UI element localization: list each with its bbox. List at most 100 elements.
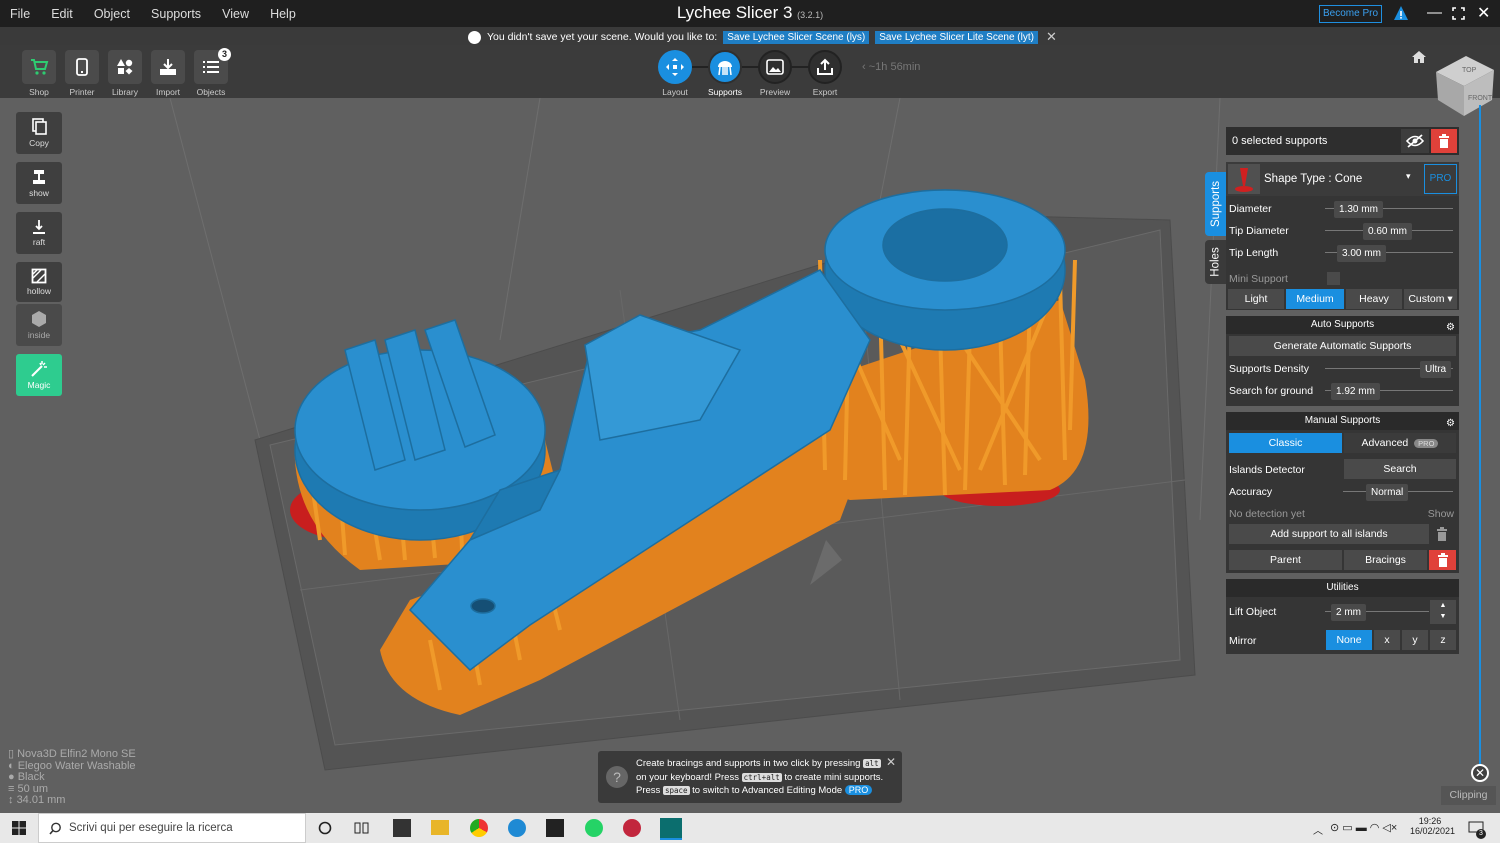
- shop-button[interactable]: [22, 50, 56, 84]
- clock-date: 16/02/2021: [1410, 826, 1456, 836]
- close-icon[interactable]: ✕: [886, 755, 896, 769]
- edge-icon[interactable]: [508, 819, 526, 837]
- stepper-up-icon[interactable]: ▲: [1430, 600, 1456, 611]
- accuracy-value[interactable]: Normal: [1366, 484, 1409, 501]
- eye-off-icon: [1406, 134, 1424, 148]
- density-row: Supports Density Ultra: [1226, 358, 1459, 380]
- become-pro-button[interactable]: Become Pro: [1319, 5, 1382, 23]
- clipping-handle[interactable]: ✕: [1471, 764, 1489, 782]
- printer-info: ▯ Nova3D Elfin2 Mono SE ◐ Elegoo Water W…: [8, 748, 136, 807]
- trash-icon: [1437, 553, 1448, 567]
- mirror-none[interactable]: None: [1326, 630, 1372, 650]
- task-view-icon[interactable]: [354, 821, 370, 835]
- minimize-icon[interactable]: —: [1427, 4, 1442, 21]
- gear-icon[interactable]: ⚙: [1446, 415, 1455, 433]
- add-all-islands-button[interactable]: Add support to all islands: [1229, 524, 1429, 544]
- lychee-taskbar-icon[interactable]: [660, 818, 682, 840]
- save-lys-button[interactable]: Save Lychee Slicer Scene (lys): [723, 30, 870, 44]
- mirror-x[interactable]: x: [1374, 630, 1400, 650]
- tip-length-value[interactable]: 3.00 mm: [1337, 245, 1386, 262]
- export-mode-button[interactable]: [808, 50, 842, 84]
- hollow-tool[interactable]: hollow: [16, 262, 62, 302]
- generate-supports-button[interactable]: Generate Automatic Supports: [1229, 336, 1456, 356]
- lift-value[interactable]: 2 mm: [1331, 604, 1366, 621]
- clock[interactable]: 19:26 16/02/2021: [1410, 816, 1456, 836]
- preset-custom[interactable]: Custom ▾: [1404, 289, 1457, 309]
- tip-diameter-value[interactable]: 0.60 mm: [1363, 223, 1412, 240]
- tab-supports[interactable]: Supports: [1205, 172, 1227, 236]
- magic-tool[interactable]: Magic: [16, 354, 62, 396]
- mirror-y[interactable]: y: [1402, 630, 1428, 650]
- search-icon: [49, 822, 61, 835]
- close-icon[interactable]: ✕: [1477, 3, 1490, 23]
- mini-support-checkbox[interactable]: [1327, 272, 1340, 285]
- ground-value[interactable]: 1.92 mm: [1331, 383, 1380, 400]
- resin-icon: ◐: [8, 759, 18, 772]
- tray-chevron-icon[interactable]: ︿: [1313, 822, 1323, 837]
- lift-stepper[interactable]: ▲ ▼: [1430, 600, 1456, 624]
- parent-button[interactable]: Parent: [1229, 550, 1342, 570]
- mini-support-row: Mini Support: [1226, 268, 1459, 290]
- raft-tool[interactable]: raft: [16, 212, 62, 254]
- app-icon-terminal[interactable]: [393, 819, 411, 837]
- preset-heavy[interactable]: Heavy: [1346, 289, 1402, 309]
- objects-label: Objects: [196, 87, 226, 97]
- supports-mode-button[interactable]: [708, 50, 742, 84]
- import-button[interactable]: [151, 50, 185, 84]
- manual-supports-section: Manual Supports ⚙ Classic Advanced PRO I…: [1226, 412, 1459, 573]
- chrome-icon[interactable]: [470, 819, 488, 837]
- app-icon-dark[interactable]: [546, 819, 564, 837]
- taskbar-search[interactable]: Scrivi qui per eseguire la ricerca: [38, 813, 306, 843]
- utilities-section: Utilities Lift Object 2 mm ▲ ▼ Mirror Non…: [1226, 579, 1459, 654]
- hide-supports-button[interactable]: [1401, 129, 1429, 153]
- layout-mode-button[interactable]: [658, 50, 692, 84]
- gear-icon[interactable]: ⚙: [1446, 319, 1455, 337]
- key-space: space: [662, 786, 690, 795]
- preset-light[interactable]: Light: [1228, 289, 1284, 309]
- preview-mode-button[interactable]: [758, 50, 792, 84]
- delete-supports-button[interactable]: [1431, 129, 1457, 153]
- clipping-slider-track[interactable]: [1479, 105, 1481, 767]
- home-icon[interactable]: [1411, 50, 1427, 64]
- tray-icons[interactable]: ⊙ ▭ ▬ ◠ ◁×: [1330, 821, 1397, 834]
- bracings-button[interactable]: Bracings: [1344, 550, 1427, 570]
- phone-icon: [76, 58, 88, 76]
- tab-holes[interactable]: Holes: [1205, 240, 1227, 284]
- raspberry-icon[interactable]: [623, 819, 641, 837]
- warning-icon[interactable]: [1393, 5, 1409, 21]
- advanced-pro-badge: PRO: [1414, 439, 1439, 448]
- diameter-value[interactable]: 1.30 mm: [1334, 201, 1383, 218]
- stepper-down-icon[interactable]: ▼: [1430, 611, 1456, 622]
- mirror-z[interactable]: z: [1430, 630, 1456, 650]
- app-title-text: Lychee Slicer 3: [676, 3, 793, 22]
- show-islands-button[interactable]: Show: [1428, 508, 1454, 520]
- advanced-tab[interactable]: Advanced PRO: [1344, 433, 1456, 453]
- show-tool[interactable]: show: [16, 162, 62, 204]
- classic-tab[interactable]: Classic: [1229, 433, 1342, 453]
- preset-medium[interactable]: Medium: [1286, 289, 1344, 309]
- delete-bracings-button[interactable]: [1429, 550, 1456, 570]
- density-value[interactable]: Ultra: [1420, 361, 1452, 378]
- pro-badge[interactable]: PRO: [1424, 164, 1457, 194]
- dismiss-icon[interactable]: ✕: [1046, 29, 1057, 45]
- library-button[interactable]: [108, 50, 142, 84]
- clipping-button[interactable]: Clipping: [1441, 786, 1496, 805]
- inside-tool[interactable]: inside: [16, 304, 62, 346]
- view-cube[interactable]: TOP FRONT: [1432, 52, 1496, 120]
- cortana-icon[interactable]: [318, 821, 332, 835]
- maximize-icon[interactable]: [1452, 7, 1465, 20]
- copy-tool[interactable]: Copy: [16, 112, 62, 154]
- folder-icon[interactable]: [431, 820, 449, 835]
- shape-type-select[interactable]: Shape Type : Cone ▾ PRO: [1226, 162, 1459, 196]
- printer-button[interactable]: [65, 50, 99, 84]
- layout-label: Layout: [662, 87, 688, 97]
- trash-icon[interactable]: [1436, 527, 1448, 541]
- stand-icon: [33, 170, 45, 184]
- whatsapp-icon[interactable]: [585, 819, 603, 837]
- islands-search-button[interactable]: Search: [1344, 459, 1456, 479]
- svg-text:?: ?: [613, 769, 621, 785]
- radio-icon[interactable]: [468, 30, 481, 44]
- windows-start-icon[interactable]: [12, 821, 26, 835]
- save-lyt-button[interactable]: Save Lychee Slicer Lite Scene (lyt): [875, 30, 1038, 44]
- resin-color: Black: [17, 771, 45, 783]
